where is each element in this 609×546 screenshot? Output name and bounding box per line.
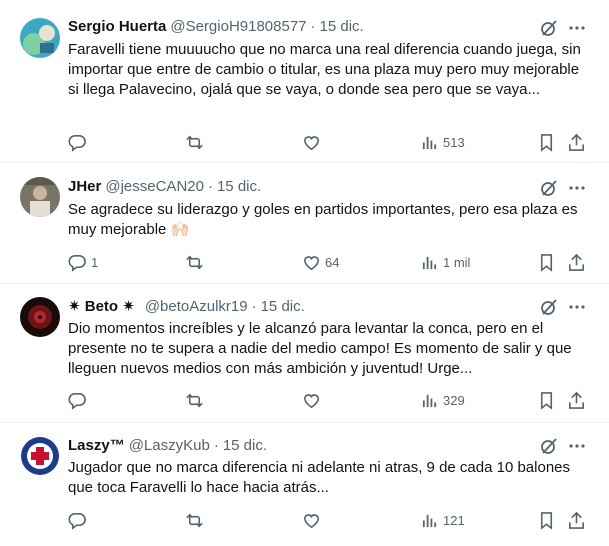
- reply-button[interactable]: 1: [68, 251, 98, 273]
- bookmark-icon: [537, 133, 556, 152]
- tweet-text: Jugador que no marca diferencia ni adela…: [68, 459, 571, 496]
- share-button[interactable]: [567, 131, 586, 153]
- tweet-text: Faravelli tiene muuuucho que no marca un…: [68, 41, 581, 98]
- heart-icon: [302, 511, 321, 530]
- more-icon[interactable]: [567, 178, 587, 198]
- tweet-header: Sergio Huerta @SergioH91808577 · 15 dic.: [68, 16, 364, 36]
- user-handle[interactable]: @jesseCAN20: [105, 178, 204, 195]
- more-icon[interactable]: [567, 18, 587, 38]
- tweet-2[interactable]: JHer @jesseCAN20 · 15 dic. Se agradece s…: [0, 163, 609, 284]
- retweet-button[interactable]: [185, 251, 208, 273]
- share-icon: [567, 391, 586, 410]
- grok-icon[interactable]: [539, 178, 559, 198]
- separator-dot: ·: [310, 17, 316, 35]
- reply-icon: [68, 391, 87, 410]
- avatar[interactable]: [20, 18, 60, 58]
- avatar[interactable]: [20, 436, 60, 476]
- tweet-3[interactable]: ✷ Beto ✷ @betoAzulkr19 · 15 dic. Dio mom…: [0, 284, 609, 423]
- avatar[interactable]: [20, 177, 60, 217]
- views-icon: [420, 253, 439, 272]
- bookmark-button[interactable]: [537, 251, 556, 273]
- reply-icon: [68, 511, 87, 530]
- retweet-icon: [185, 511, 204, 530]
- bookmark-icon: [537, 511, 556, 530]
- grok-icon[interactable]: [539, 297, 559, 317]
- tweet-header: ✷ Beto ✷ @betoAzulkr19 · 15 dic.: [68, 296, 305, 316]
- reply-feed: Sergio Huerta @SergioH91808577 · 15 dic.…: [0, 0, 609, 546]
- views-button[interactable]: 513: [420, 131, 465, 153]
- tweet-text: Se agradece su liderazgo y goles en part…: [68, 201, 578, 238]
- action-bar: 513: [68, 131, 588, 153]
- tweet-1[interactable]: Sergio Huerta @SergioH91808577 · 15 dic.…: [0, 0, 609, 163]
- more-icon[interactable]: [567, 297, 587, 317]
- views-count: 513: [443, 134, 465, 150]
- like-button[interactable]: [302, 389, 325, 411]
- retweet-icon: [185, 133, 204, 152]
- retweet-button[interactable]: [185, 131, 208, 153]
- bookmark-icon: [537, 253, 556, 272]
- like-count: 64: [325, 254, 340, 270]
- bookmark-button[interactable]: [537, 389, 556, 411]
- grok-icon[interactable]: [539, 436, 559, 456]
- views-count: 1 mil: [443, 254, 471, 270]
- heart-icon: [302, 391, 321, 410]
- separator-dot: ·: [207, 177, 213, 195]
- reply-count: 1: [91, 254, 99, 270]
- action-bar: 1 64 1 mil: [68, 251, 588, 273]
- reply-icon: [68, 133, 87, 152]
- display-name[interactable]: Laszy™: [68, 437, 125, 454]
- views-button[interactable]: 121: [420, 509, 465, 531]
- retweet-button[interactable]: [185, 389, 208, 411]
- avatar[interactable]: [20, 297, 60, 337]
- retweet-button[interactable]: [185, 509, 208, 531]
- views-count: 121: [443, 512, 465, 528]
- tweet-header: Laszy™ @LaszyKub · 15 dic.: [68, 435, 267, 455]
- tweet-date[interactable]: 15 dic.: [320, 18, 364, 35]
- bookmark-button[interactable]: [537, 131, 556, 153]
- like-button[interactable]: [302, 509, 325, 531]
- views-icon: [420, 511, 439, 530]
- bookmark-icon: [537, 391, 556, 410]
- tweet-date[interactable]: 15 dic.: [261, 298, 305, 315]
- views-count: 329: [443, 392, 465, 408]
- bookmark-button[interactable]: [537, 509, 556, 531]
- display-name[interactable]: Sergio Huerta: [68, 18, 166, 35]
- views-button[interactable]: 329: [420, 389, 465, 411]
- tweet-date[interactable]: 15 dic.: [217, 178, 261, 195]
- retweet-icon: [185, 253, 204, 272]
- user-handle[interactable]: @LaszyKub: [129, 437, 210, 454]
- user-handle[interactable]: @SergioH91808577: [170, 18, 306, 35]
- share-icon: [567, 511, 586, 530]
- display-name[interactable]: JHer: [68, 178, 101, 195]
- separator-dot: ·: [251, 297, 257, 315]
- action-bar: 329: [68, 389, 588, 411]
- reply-button[interactable]: [68, 509, 91, 531]
- tweet-4[interactable]: Laszy™ @LaszyKub · 15 dic. Jugador que n…: [0, 423, 609, 546]
- share-button[interactable]: [567, 389, 586, 411]
- share-icon: [567, 253, 586, 272]
- like-button[interactable]: 64: [302, 251, 339, 273]
- share-icon: [567, 133, 586, 152]
- share-button[interactable]: [567, 251, 586, 273]
- reply-button[interactable]: [68, 131, 91, 153]
- heart-icon: [302, 133, 321, 152]
- reply-button[interactable]: [68, 389, 91, 411]
- more-icon[interactable]: [567, 436, 587, 456]
- retweet-icon: [185, 391, 204, 410]
- heart-icon: [302, 253, 321, 272]
- tweet-date[interactable]: 15 dic.: [223, 437, 267, 454]
- tweet-text: Dio momentos increíbles y le alcanzó par…: [68, 320, 572, 377]
- grok-icon[interactable]: [539, 18, 559, 38]
- separator-dot: ·: [213, 436, 219, 454]
- views-icon: [420, 133, 439, 152]
- share-button[interactable]: [567, 509, 586, 531]
- reply-icon: [68, 253, 87, 272]
- display-name[interactable]: ✷ Beto ✷: [68, 297, 135, 315]
- views-icon: [420, 391, 439, 410]
- user-handle[interactable]: @betoAzulkr19: [145, 298, 248, 315]
- views-button[interactable]: 1 mil: [420, 251, 470, 273]
- action-bar: 121: [68, 509, 588, 531]
- like-button[interactable]: [302, 131, 325, 153]
- tweet-header: JHer @jesseCAN20 · 15 dic.: [68, 176, 261, 196]
